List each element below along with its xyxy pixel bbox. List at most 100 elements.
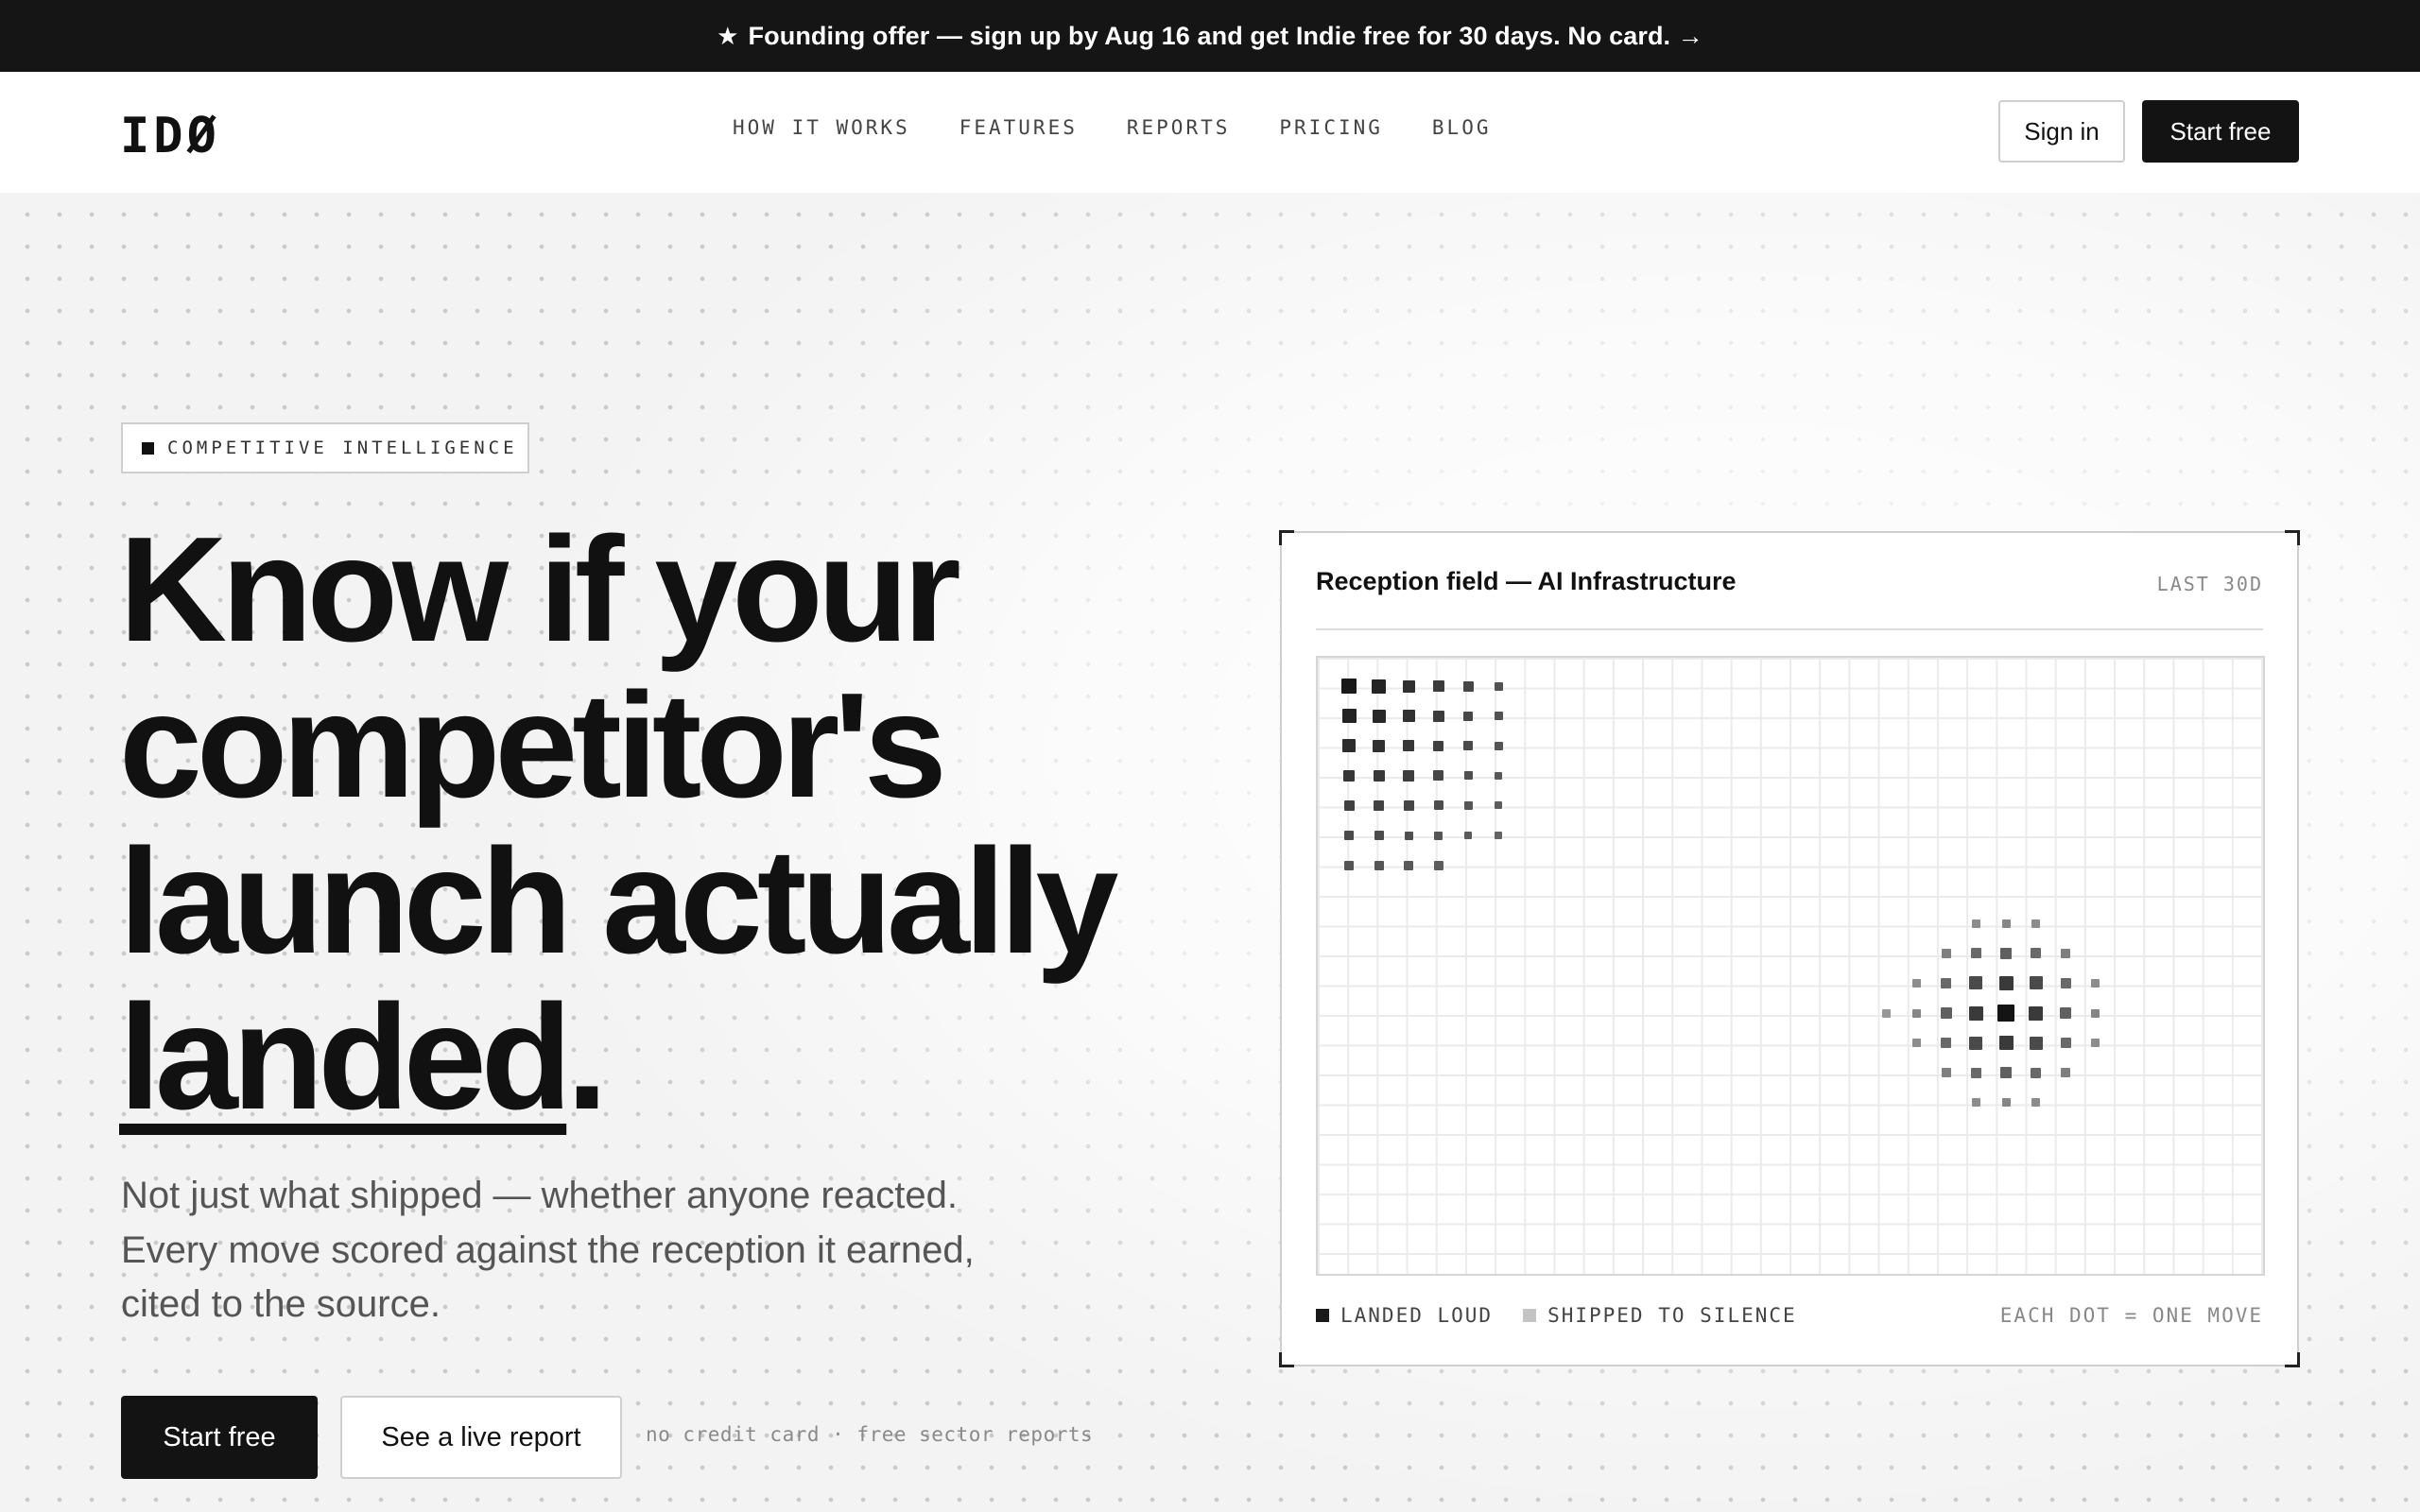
field-dot bbox=[1495, 771, 1502, 780]
field-dot bbox=[2031, 1067, 2042, 1078]
field-dot bbox=[1341, 709, 1357, 724]
field-dot bbox=[1403, 740, 1415, 752]
field-dot bbox=[1969, 976, 1983, 990]
field-dot bbox=[1342, 739, 1356, 753]
field-dot bbox=[2000, 947, 2012, 959]
card-legend: LANDED LOUD SHIPPED TO SILENCE bbox=[1316, 1304, 1827, 1327]
legend-label: LANDED LOUD bbox=[1340, 1304, 1494, 1327]
field-dot bbox=[1403, 769, 1415, 782]
field-dot bbox=[2029, 976, 2043, 990]
field-dot bbox=[1940, 1007, 1952, 1019]
nav-link-how-it-works[interactable]: HOW IT WORKS bbox=[733, 116, 910, 139]
nav-links: HOW IT WORKS FEATURES REPORTS PRICING BL… bbox=[733, 116, 1491, 139]
field-dot bbox=[1374, 831, 1384, 840]
field-dot bbox=[1941, 1068, 1951, 1078]
hero-start-free-button[interactable]: Start free bbox=[121, 1396, 318, 1479]
field-dot bbox=[1343, 799, 1355, 811]
nav-start-free-button[interactable]: Start free bbox=[2142, 100, 2299, 163]
field-dot bbox=[1998, 975, 2014, 990]
star-icon: ★ bbox=[717, 21, 739, 50]
field-dot bbox=[1494, 741, 1503, 750]
field-dot bbox=[2060, 1007, 2072, 1019]
field-dot bbox=[1374, 799, 1385, 811]
headline-line-4: landed. bbox=[119, 980, 1114, 1136]
field-dot bbox=[1941, 977, 1952, 988]
hero-headline: Know if your competitor's launch actuall… bbox=[119, 507, 1118, 1136]
field-dot bbox=[1970, 948, 1981, 959]
hero-subtitle: Not just what shipped — whether anyone r… bbox=[121, 1175, 975, 1325]
field-dot bbox=[1373, 739, 1386, 752]
field-dot bbox=[2061, 948, 2071, 958]
field-dot bbox=[2029, 1005, 2044, 1021]
field-dot bbox=[2060, 1038, 2071, 1049]
nav-link-pricing[interactable]: PRICING bbox=[1279, 116, 1383, 139]
legend-item-landed-loud: LANDED LOUD bbox=[1316, 1304, 1493, 1327]
card-footnote: EACH DOT = ONE MOVE bbox=[1999, 1304, 2263, 1327]
reception-field-grid bbox=[1316, 656, 2265, 1276]
legend-label: SHIPPED TO SILENCE bbox=[1547, 1304, 1797, 1327]
field-dot bbox=[2091, 1008, 2100, 1018]
nav-link-reports[interactable]: REPORTS bbox=[1127, 116, 1231, 139]
corner-mark bbox=[1279, 1352, 1294, 1367]
field-dot bbox=[2091, 978, 2100, 988]
field-dot bbox=[1494, 712, 1503, 721]
field-dot bbox=[1343, 769, 1355, 782]
field-dot bbox=[1434, 831, 1443, 840]
field-dot bbox=[2061, 1068, 2071, 1078]
nav-link-features[interactable]: FEATURES bbox=[959, 116, 1078, 139]
field-dot bbox=[2060, 977, 2071, 988]
legend-swatch bbox=[1316, 1309, 1329, 1322]
nav-link-blog[interactable]: BLOG bbox=[1432, 116, 1492, 139]
field-dot bbox=[2031, 919, 2041, 928]
field-dot bbox=[1970, 1067, 1981, 1078]
field-dot bbox=[1463, 711, 1474, 721]
legend-item-shipped-to-silence: SHIPPED TO SILENCE bbox=[1523, 1304, 1797, 1327]
field-dot bbox=[1341, 679, 1357, 694]
headline-line-2: competitor's bbox=[119, 662, 947, 829]
field-dot bbox=[1433, 800, 1443, 811]
field-dot bbox=[2029, 1036, 2043, 1050]
field-dot bbox=[1911, 1039, 1921, 1048]
field-dot bbox=[1373, 769, 1385, 782]
field-dot bbox=[1462, 680, 1474, 692]
card-title: Reception field — AI Infrastructure bbox=[1316, 567, 1737, 595]
logo[interactable]: IDØ bbox=[120, 112, 220, 161]
field-dot bbox=[1432, 680, 1444, 692]
field-dot bbox=[1404, 831, 1413, 840]
headline-line-3: launch actually bbox=[119, 818, 1118, 985]
card-divider bbox=[1316, 628, 2263, 630]
legend-swatch bbox=[1523, 1309, 1537, 1322]
field-dot bbox=[1403, 799, 1414, 811]
field-dot bbox=[1402, 679, 1415, 693]
see-live-report-button[interactable]: See a live report bbox=[340, 1396, 622, 1479]
field-dot bbox=[1463, 800, 1473, 810]
reception-field-card: Reception field — AI Infrastructure LAST… bbox=[1279, 530, 2300, 1367]
field-dot bbox=[1941, 1038, 1952, 1049]
corner-mark bbox=[2285, 1352, 2300, 1367]
field-dot bbox=[1968, 1005, 1983, 1021]
field-dot bbox=[1402, 710, 1415, 723]
headline-line-1: Know if your bbox=[119, 507, 961, 673]
field-dot bbox=[1971, 1098, 1980, 1108]
square-icon bbox=[142, 441, 154, 455]
sign-in-button[interactable]: Sign in bbox=[1998, 100, 2125, 163]
field-dot bbox=[1998, 1036, 2014, 1051]
field-dot bbox=[2091, 1039, 2100, 1048]
field-dot bbox=[1374, 860, 1384, 870]
field-dot bbox=[1971, 919, 1980, 928]
field-dot bbox=[2000, 1067, 2012, 1079]
corner-mark bbox=[1279, 530, 1294, 545]
field-dot bbox=[1882, 1008, 1892, 1018]
corner-mark bbox=[2285, 530, 2300, 545]
field-dot bbox=[1997, 1005, 2014, 1022]
top-nav: IDØ HOW IT WORKS FEATURES REPORTS PRICIN… bbox=[0, 72, 2420, 193]
field-dot bbox=[1463, 771, 1473, 781]
field-dot bbox=[1464, 832, 1473, 839]
banner-text[interactable]: Founding offer — sign up by Aug 16 and g… bbox=[749, 22, 1703, 51]
field-dot bbox=[1969, 1036, 1983, 1050]
field-dot bbox=[2031, 948, 2042, 959]
headline-period: . bbox=[566, 974, 608, 1141]
announcement-banner[interactable]: ★ Founding offer — sign up by Aug 16 and… bbox=[0, 0, 2420, 72]
field-dot bbox=[1494, 681, 1503, 691]
card-range-badge: LAST 30D bbox=[2156, 573, 2263, 595]
